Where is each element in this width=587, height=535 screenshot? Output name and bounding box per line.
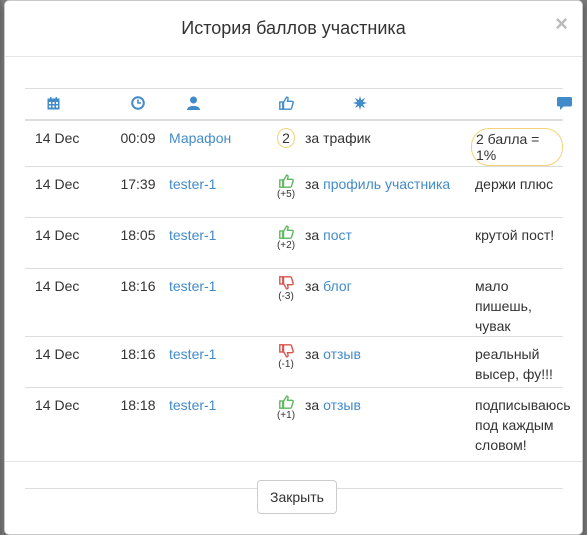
user-cell: tester-1 (161, 217, 271, 269)
table-row: 14 Dec 00:09 Марафон 2 за трафик 2 балла… (25, 119, 563, 167)
score-value: 2 (277, 128, 295, 148)
comment-cell: 2 балла = 1% (471, 119, 563, 167)
close-button[interactable]: Закрыть (257, 480, 337, 514)
star-icon (353, 95, 367, 113)
user-link[interactable]: tester-1 (169, 346, 216, 362)
reason-cell: за профиль участника (301, 166, 475, 218)
points-change: (+1) (276, 410, 296, 421)
points-change: (-3) (278, 291, 294, 302)
user-cell: tester-1 (161, 166, 271, 218)
table-row: 14 Dec 18:05 tester-1 (+2) за пост круто… (25, 217, 563, 269)
thumbs-up-icon (277, 395, 295, 409)
reason-prefix: за (305, 397, 320, 413)
modal-footer: Закрыть (5, 461, 582, 534)
reason-link[interactable]: отзыв (323, 346, 361, 362)
points-history-modal: История баллов участника × 14 Dec 00:09 … (4, 0, 583, 535)
user-cell: tester-1 (161, 336, 271, 388)
user-link[interactable]: tester-1 (169, 176, 216, 192)
column-time (115, 88, 161, 121)
points-history-table: 14 Dec 00:09 Марафон 2 за трафик 2 балла… (25, 88, 572, 489)
comment-cell: держи плюс (475, 166, 563, 218)
time-cell: 18:16 (115, 268, 161, 337)
table-row: 14 Dec 18:16 tester-1 (-3) за блог мало … (25, 268, 563, 337)
comment-cell: реальный высер, фу!!! (475, 336, 563, 388)
reason-link[interactable]: блог (323, 278, 352, 294)
score-cell: (-1) (271, 336, 301, 388)
clock-icon (131, 96, 145, 113)
reason-prefix: за (305, 176, 320, 192)
points-change: (-1) (278, 359, 294, 370)
thumbs-down-icon (278, 344, 294, 358)
modal-title: История баллов участника (181, 18, 406, 38)
calendar-icon (47, 96, 60, 113)
time-cell: 00:09 (115, 119, 161, 167)
comment-icon (557, 96, 572, 113)
table-header-row (25, 88, 572, 121)
comment-cell: мало пишешь, чувак (475, 268, 563, 337)
thumbs-up-icon (277, 174, 295, 188)
reason-link[interactable]: профиль участника (323, 176, 450, 192)
reason-prefix: за (305, 278, 320, 294)
user-icon (187, 96, 200, 113)
column-date (25, 88, 115, 121)
column-user (161, 88, 271, 121)
column-reason (301, 88, 475, 121)
modal-header: История баллов участника × (5, 1, 582, 57)
score-cell: 2 (271, 119, 301, 167)
column-score (271, 88, 301, 121)
date-cell: 14 Dec (25, 217, 115, 269)
user-cell: tester-1 (161, 268, 271, 337)
time-cell: 18:16 (115, 336, 161, 388)
points-change: (+2) (276, 240, 296, 251)
reason-link[interactable]: пост (323, 227, 352, 243)
points-change: (+5) (276, 189, 296, 200)
thumbs-up-icon (277, 225, 295, 239)
reason-cell: за пост (301, 217, 475, 269)
user-link[interactable]: Марафон (169, 130, 231, 146)
table-row: 14 Dec 18:16 tester-1 (-1) за отзыв реал… (25, 336, 563, 388)
score-cell: (-3) (271, 268, 301, 337)
column-comment (475, 88, 572, 121)
score-cell: (+2) (271, 217, 301, 269)
reason-prefix: за (305, 346, 320, 362)
user-link[interactable]: tester-1 (169, 227, 216, 243)
user-cell: Марафон (161, 119, 271, 167)
date-cell: 14 Dec (25, 336, 115, 388)
thumbs-down-icon (278, 276, 294, 290)
thumbs-up-icon (278, 96, 294, 113)
table-row: 14 Dec 17:39 tester-1 (+5) за профиль уч… (25, 166, 563, 218)
date-cell: 14 Dec (25, 119, 115, 167)
score-cell: (+5) (271, 166, 301, 218)
time-cell: 17:39 (115, 166, 161, 218)
comment-cell: крутой пост! (475, 217, 563, 269)
reason-cell: за отзыв (301, 336, 475, 388)
reason-link[interactable]: отзыв (323, 397, 361, 413)
user-link[interactable]: tester-1 (169, 278, 216, 294)
comment-text: 2 балла = 1% (471, 128, 563, 166)
time-cell: 18:05 (115, 217, 161, 269)
points-history-table-wrap: 14 Dec 00:09 Марафон 2 за трафик 2 балла… (25, 88, 572, 489)
reason-cell: за трафик (301, 119, 475, 167)
date-cell: 14 Dec (25, 268, 115, 337)
close-icon[interactable]: × (555, 13, 568, 35)
reason-prefix: за (305, 227, 320, 243)
reason-cell: за блог (301, 268, 475, 337)
user-link[interactable]: tester-1 (169, 397, 216, 413)
date-cell: 14 Dec (25, 166, 115, 218)
